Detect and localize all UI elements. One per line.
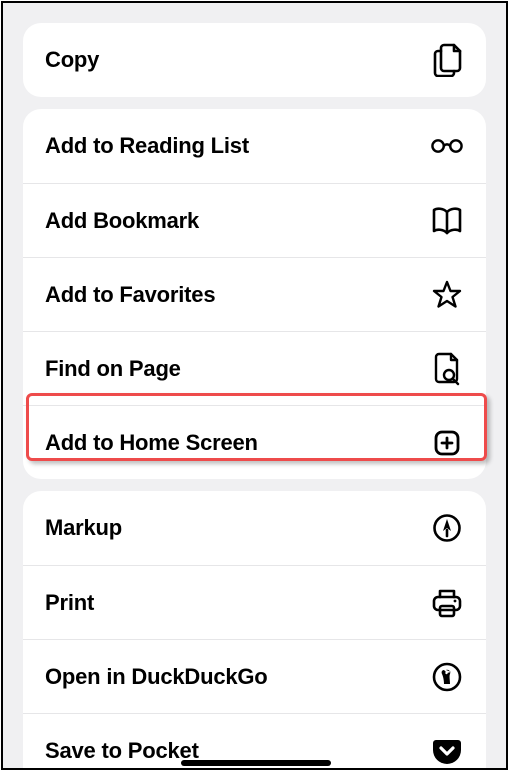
action-add-favorites[interactable]: Add to Favorites xyxy=(23,257,486,331)
action-label: Add Bookmark xyxy=(45,208,199,234)
plus-app-icon xyxy=(430,426,464,460)
star-icon xyxy=(430,278,464,312)
action-copy[interactable]: Copy xyxy=(23,23,486,97)
action-add-reading-list[interactable]: Add to Reading List xyxy=(23,109,486,183)
book-icon xyxy=(430,204,464,238)
action-add-home-screen[interactable]: Add to Home Screen xyxy=(23,405,486,479)
doc-on-doc-icon xyxy=(430,43,464,77)
action-label: Print xyxy=(45,590,94,616)
action-group: Add to Reading List Add Bookmark Add to … xyxy=(23,109,486,479)
action-label: Save to Pocket xyxy=(45,738,199,764)
share-sheet-actions: Copy Add to Reading List Add xyxy=(1,1,508,770)
action-add-bookmark[interactable]: Add Bookmark xyxy=(23,183,486,257)
pocket-icon xyxy=(430,734,464,768)
action-label: Add to Favorites xyxy=(45,282,215,308)
action-label: Find on Page xyxy=(45,356,181,382)
action-group: Markup Print Open in DuckDu xyxy=(23,491,486,770)
doc-search-icon xyxy=(430,352,464,386)
pen-circle-icon xyxy=(430,511,464,545)
action-markup[interactable]: Markup xyxy=(23,491,486,565)
action-label: Open in DuckDuckGo xyxy=(45,664,268,690)
eyeglasses-icon xyxy=(430,129,464,163)
duckduckgo-icon xyxy=(430,660,464,694)
action-print[interactable]: Print xyxy=(23,565,486,639)
action-label: Markup xyxy=(45,515,122,541)
action-label: Copy xyxy=(45,47,99,73)
action-label: Add to Home Screen xyxy=(45,430,258,456)
action-group: Copy xyxy=(23,23,486,97)
printer-icon xyxy=(430,586,464,620)
home-indicator[interactable] xyxy=(181,760,331,766)
action-find-on-page[interactable]: Find on Page xyxy=(23,331,486,405)
action-label: Add to Reading List xyxy=(45,133,249,159)
action-open-duckduckgo[interactable]: Open in DuckDuckGo xyxy=(23,639,486,713)
